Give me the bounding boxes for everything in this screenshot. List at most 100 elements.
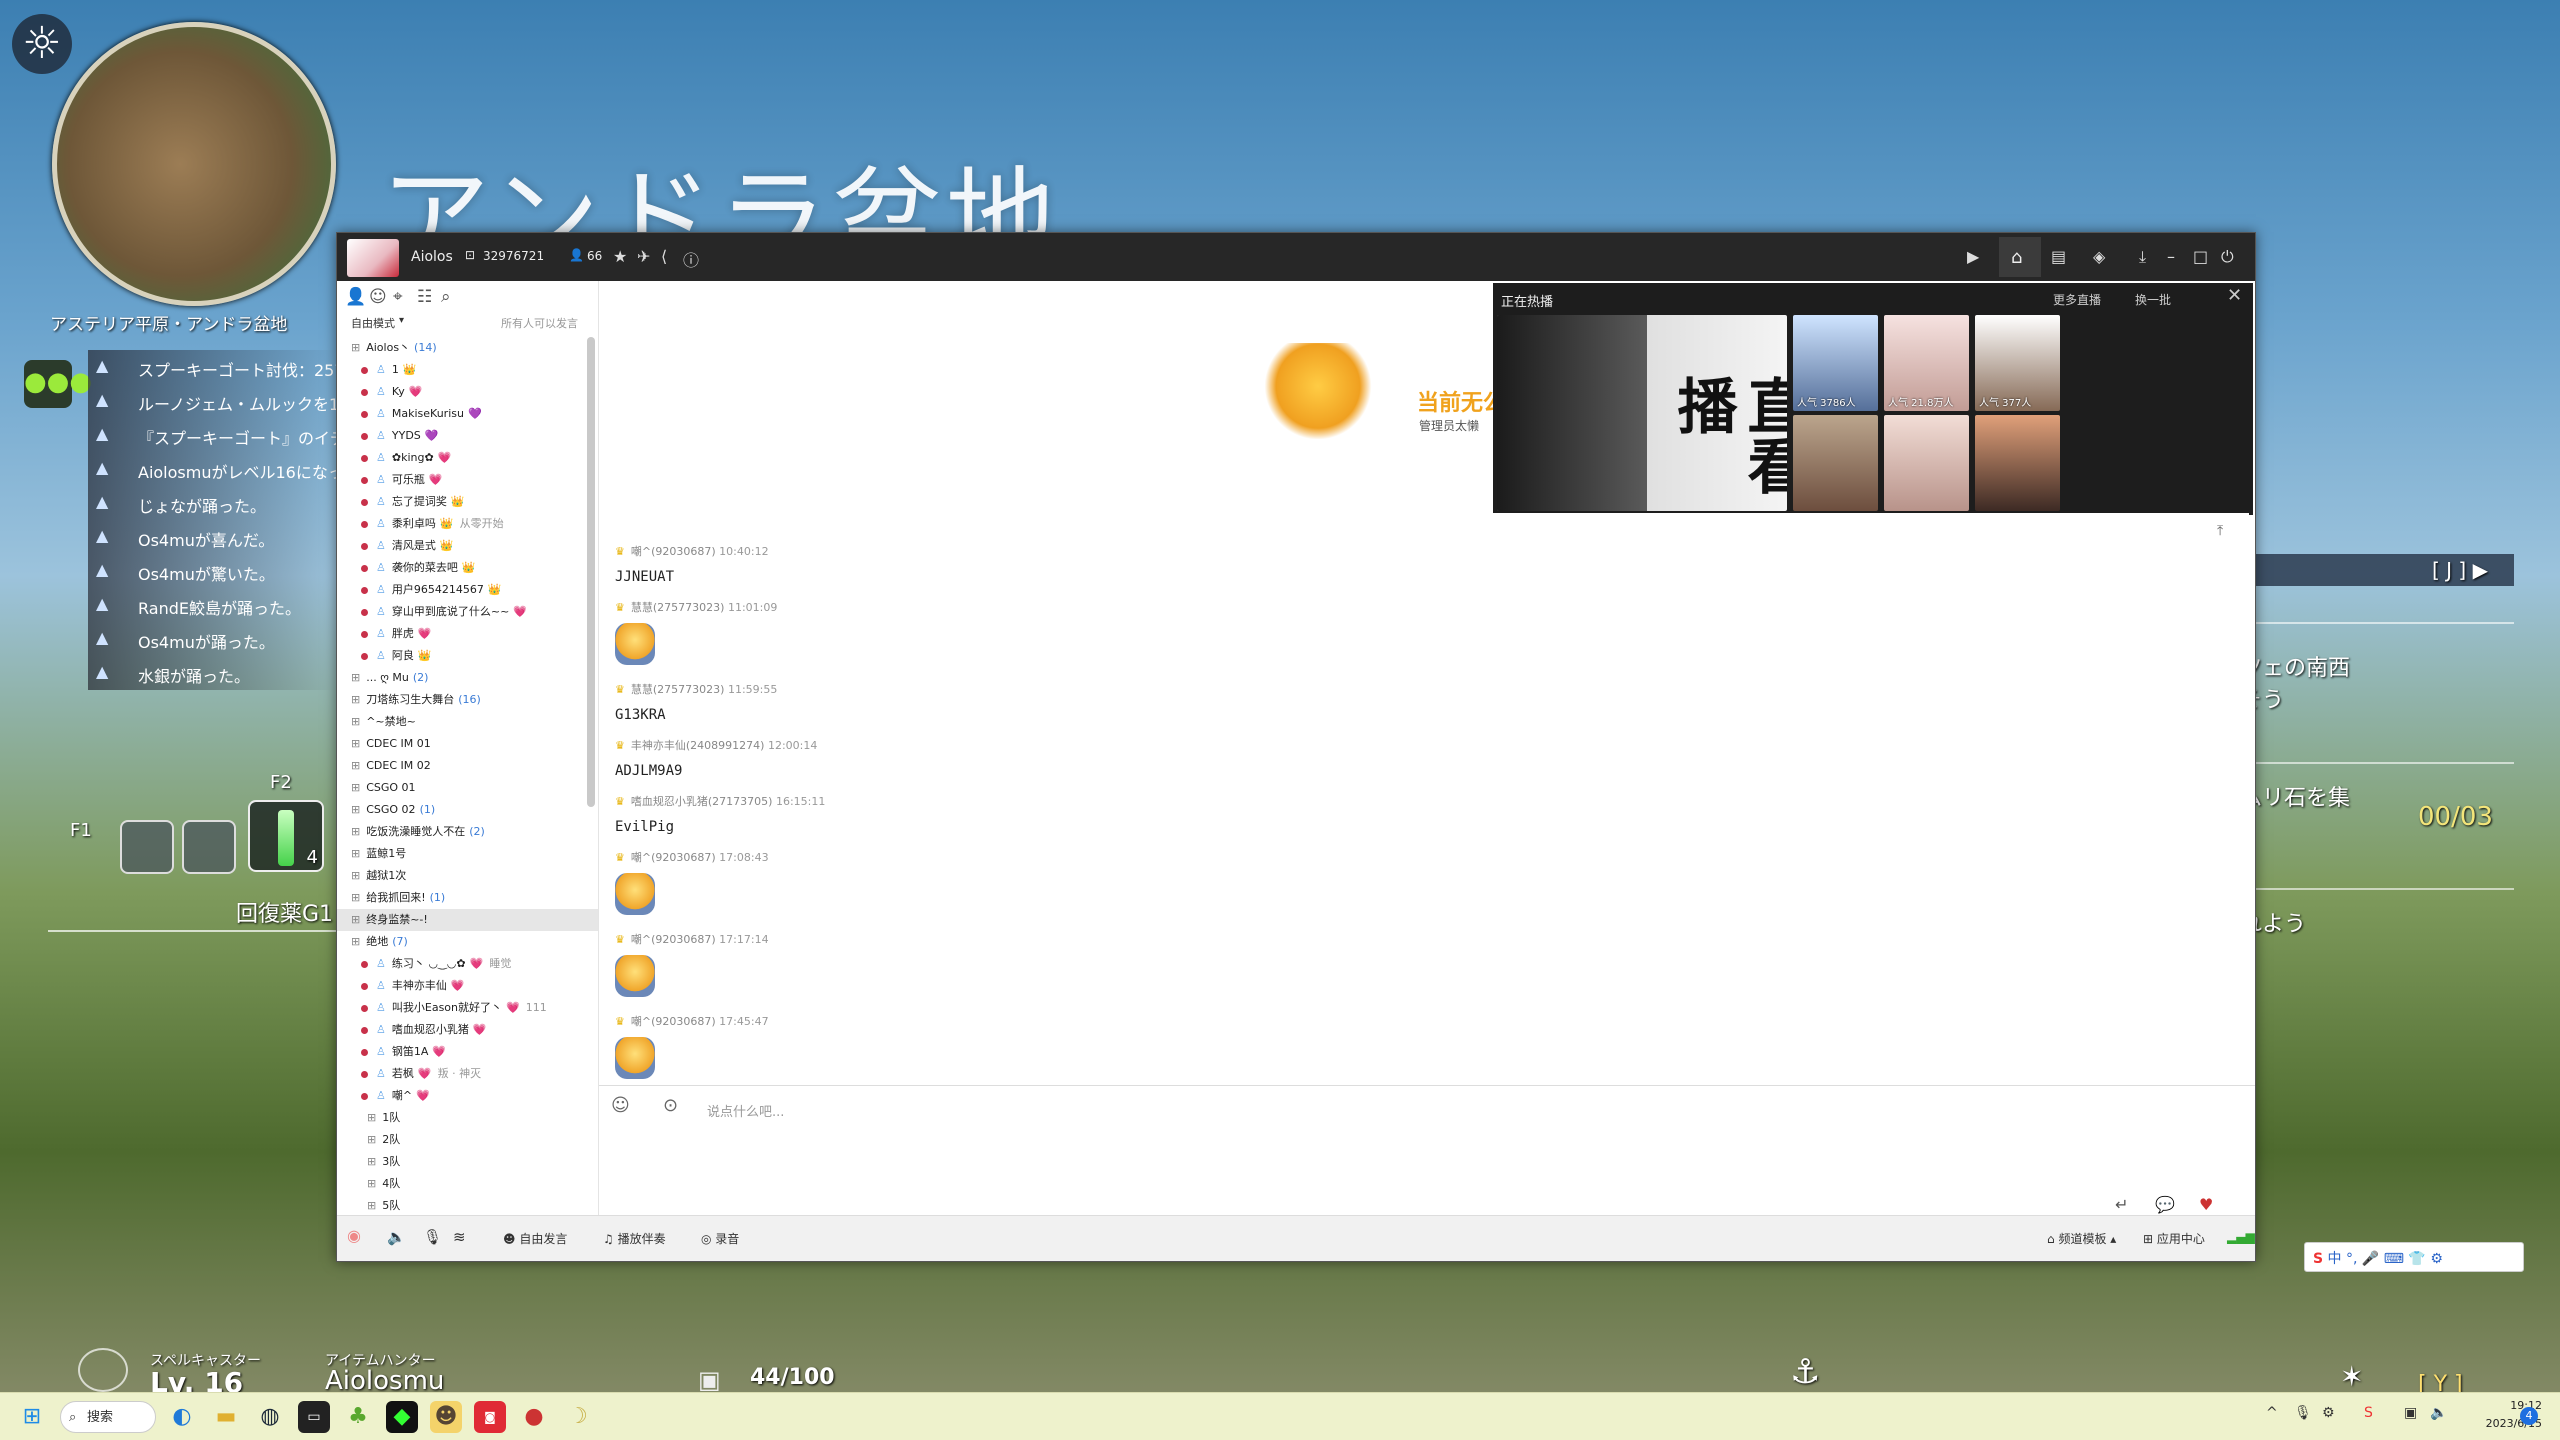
gamepad-icon[interactable]: ◈ — [2093, 247, 2105, 266]
channel-group[interactable]: ⊞ 越狱1次 — [337, 865, 598, 887]
chat-message[interactable]: ♛ 慧慧(275773023) 11:01:09 — [615, 599, 777, 665]
expand-icon[interactable]: ⊞ — [367, 1199, 376, 1212]
info-icon[interactable]: ⓘ — [683, 247, 699, 271]
change-batch-link[interactable]: 换一批 — [2135, 291, 2171, 308]
channel-user[interactable]: ♙ MakiseKurisu 💜 — [337, 403, 598, 425]
message-sender[interactable]: 嘲^(92030687) — [631, 933, 716, 946]
list-icon[interactable]: ☷ — [417, 287, 432, 307]
video-icon[interactable]: ▶ — [1967, 247, 1979, 266]
chat-messages[interactable]: ♛ 嘲^(92030687) 10:40:12 JJNEUAT ♛ 慧慧(2757730… — [599, 513, 2249, 1113]
location-icon[interactable]: ⌖ — [393, 287, 403, 307]
live-thumb-5[interactable] — [1884, 415, 1969, 511]
chat-message[interactable]: ♛ 慧慧(275773023) 11:59:55 G13KRA — [615, 681, 777, 723]
channel-user[interactable]: ♙ Ky 💗 — [337, 381, 598, 403]
channel-group[interactable]: ⊞ ... ღ Mu (2) — [337, 667, 598, 689]
app-icon-2[interactable]: ◆ — [386, 1401, 418, 1433]
tray-mic-icon[interactable]: 🎙 — [2294, 1405, 2312, 1421]
channel-user[interactable]: ♙ 清风是式 👑 — [337, 535, 598, 557]
emoji-icon[interactable]: ☺ — [611, 1095, 630, 1116]
item-slot-2[interactable] — [182, 820, 236, 874]
expand-icon[interactable]: ⊞ — [367, 1133, 376, 1146]
channel-user[interactable]: ♙ YYDS 💜 — [337, 425, 598, 447]
mode-dropdown-icon[interactable]: ▾ — [399, 315, 404, 326]
message-sender[interactable]: 丰神亦丰仙(2408991274) — [631, 739, 765, 752]
scroll-to-top-icon[interactable]: ⤒ — [2217, 523, 2223, 539]
search-icon[interactable]: ⌕ — [441, 287, 451, 307]
expand-icon[interactable]: ⊞ — [351, 759, 360, 772]
translate-icon[interactable]: ⊙ — [663, 1095, 678, 1116]
expand-icon[interactable]: ⊞ — [351, 913, 360, 926]
sub-channel[interactable]: ⊞ 3队 — [337, 1151, 598, 1173]
maximize-icon[interactable]: □ — [2193, 247, 2208, 266]
channel-user[interactable]: ♙ 叫我小Eason就好了丶 💗 111 — [337, 997, 598, 1019]
live-thumb-6[interactable] — [1975, 415, 2060, 511]
app-icon-5[interactable]: ☽ — [562, 1401, 594, 1433]
channel-group[interactable]: ⊞ CDEC IM 02 — [337, 755, 598, 777]
channel-user[interactable]: ♙ 若枫 💗 叛 · 神灭 — [337, 1063, 598, 1085]
speaker-icon[interactable]: 🔈 — [387, 1228, 406, 1246]
expand-icon[interactable]: ⊞ — [367, 1155, 376, 1168]
sub-channel[interactable]: ⊞ 1队 — [337, 1107, 598, 1129]
app-icon-1[interactable]: ♣ — [342, 1401, 374, 1433]
channel-user[interactable]: ♙ 穿山甲到底说了什么~~ 💗 — [337, 601, 598, 623]
more-live-link[interactable]: 更多直播 — [2053, 291, 2101, 308]
ime-toolbar[interactable]: S 中 °, 🎤 ⌨ 👕 ⚙ — [2304, 1242, 2524, 1272]
app-icon-3[interactable]: ◙ — [474, 1401, 506, 1433]
mic-icon[interactable]: 🎙 — [423, 1228, 442, 1246]
close-icon[interactable]: ✕ — [2227, 285, 2242, 306]
channel-user[interactable]: ♙ 用户9654214567 👑 — [337, 579, 598, 601]
expand-icon[interactable]: ⊞ — [351, 935, 360, 948]
free-speak-button[interactable]: ☻ 自由发言 — [503, 1230, 567, 1247]
channel-user[interactable]: ♙ 忘了提词奖 👑 — [337, 491, 598, 513]
chat-options-icon[interactable]: 💬 — [2155, 1195, 2175, 1214]
mount-icon[interactable]: ⚓ — [1790, 1352, 1820, 1392]
terminal-icon[interactable]: ▭ — [298, 1401, 330, 1433]
chat-message[interactable]: ♛ 丰神亦丰仙(2408991274) 12:00:14 ADJLM9A9 — [615, 737, 817, 779]
sub-channel[interactable]: ⊞ 4队 — [337, 1173, 598, 1195]
channel-user[interactable]: ♙ 可乐瓶 💗 — [337, 469, 598, 491]
record-button[interactable]: ◎ 录音 — [701, 1230, 739, 1247]
tray-network-icon[interactable]: ▣ — [2404, 1405, 2417, 1421]
channel-user[interactable]: ♙ ✿king✿ 💗 — [337, 447, 598, 469]
expand-icon[interactable]: ⊞ — [351, 693, 360, 706]
tree-scrollbar[interactable] — [587, 337, 595, 807]
plane-icon[interactable]: ✈ — [637, 247, 650, 266]
sub-channel[interactable]: ⊞ 2队 — [337, 1129, 598, 1151]
share-icon[interactable]: ⟨ — [661, 247, 667, 266]
channel-group[interactable]: ⊞ CDEC IM 01 — [337, 733, 598, 755]
channel-name[interactable]: Aiolos — [411, 249, 453, 265]
quest-1[interactable]: ツェの南西 そう — [2240, 650, 2350, 714]
start-icon[interactable]: ⊞ — [16, 1401, 48, 1433]
expand-icon[interactable]: ⊞ — [367, 1111, 376, 1124]
chat-input[interactable]: 说点什么吧... — [707, 1101, 784, 1120]
expand-icon[interactable]: ⊞ — [351, 825, 360, 838]
channel-group[interactable]: ⊞ 蓝鲸1号 — [337, 843, 598, 865]
music-button[interactable]: ♫ 播放伴奏 — [603, 1230, 666, 1247]
file-explorer-icon[interactable]: ▬ — [210, 1401, 242, 1433]
live-thumb-2[interactable]: 人气 21.8万人 — [1884, 315, 1969, 411]
live-thumb-4[interactable] — [1793, 415, 1878, 511]
chat-message[interactable]: ♛ 嘲^(92030687) 17:08:43 — [615, 849, 769, 915]
tray-volume-icon[interactable]: 🔈 — [2430, 1405, 2447, 1421]
expand-icon[interactable]: ⊞ — [351, 737, 360, 750]
channel-user[interactable]: ♙ 钢笛1A 💗 — [337, 1041, 598, 1063]
mode-selector[interactable]: 自由模式 — [351, 315, 395, 331]
close-window-icon[interactable]: ⏻ — [2221, 247, 2234, 267]
steam-icon[interactable]: ◍ — [254, 1401, 286, 1433]
channel-user[interactable]: ♙ 1 👑 — [337, 359, 598, 381]
channel-group[interactable]: ⊞ 给我抓回来! (1) — [337, 887, 598, 909]
channel-user[interactable]: ♙ 丰神亦丰仙 💗 — [337, 975, 598, 997]
quest-2[interactable]: ムリ石を集 — [2240, 780, 2350, 812]
tray-settings-icon[interactable]: ⚙ — [2322, 1405, 2335, 1421]
message-sender[interactable]: 慧慧(275773023) — [631, 601, 725, 614]
expand-icon[interactable]: ⊞ — [351, 891, 360, 904]
tray-sogou-icon[interactable]: S — [2364, 1405, 2373, 1421]
message-sender[interactable]: 嘲^(92030687) — [631, 545, 716, 558]
expand-icon[interactable]: ⊞ — [351, 781, 360, 794]
live-thumb-featured[interactable]: 直看播 — [1497, 315, 1787, 511]
settings-gear-icon[interactable]: ☼ — [12, 14, 72, 74]
live-thumb-1[interactable]: 人气 3786人 — [1793, 315, 1878, 411]
gift-icon[interactable]: ♥ — [2199, 1195, 2213, 1214]
app-center-button[interactable]: ⊞ 应用中心 — [2143, 1230, 2205, 1247]
sub-channel[interactable]: ⊞ 5队 — [337, 1195, 598, 1217]
